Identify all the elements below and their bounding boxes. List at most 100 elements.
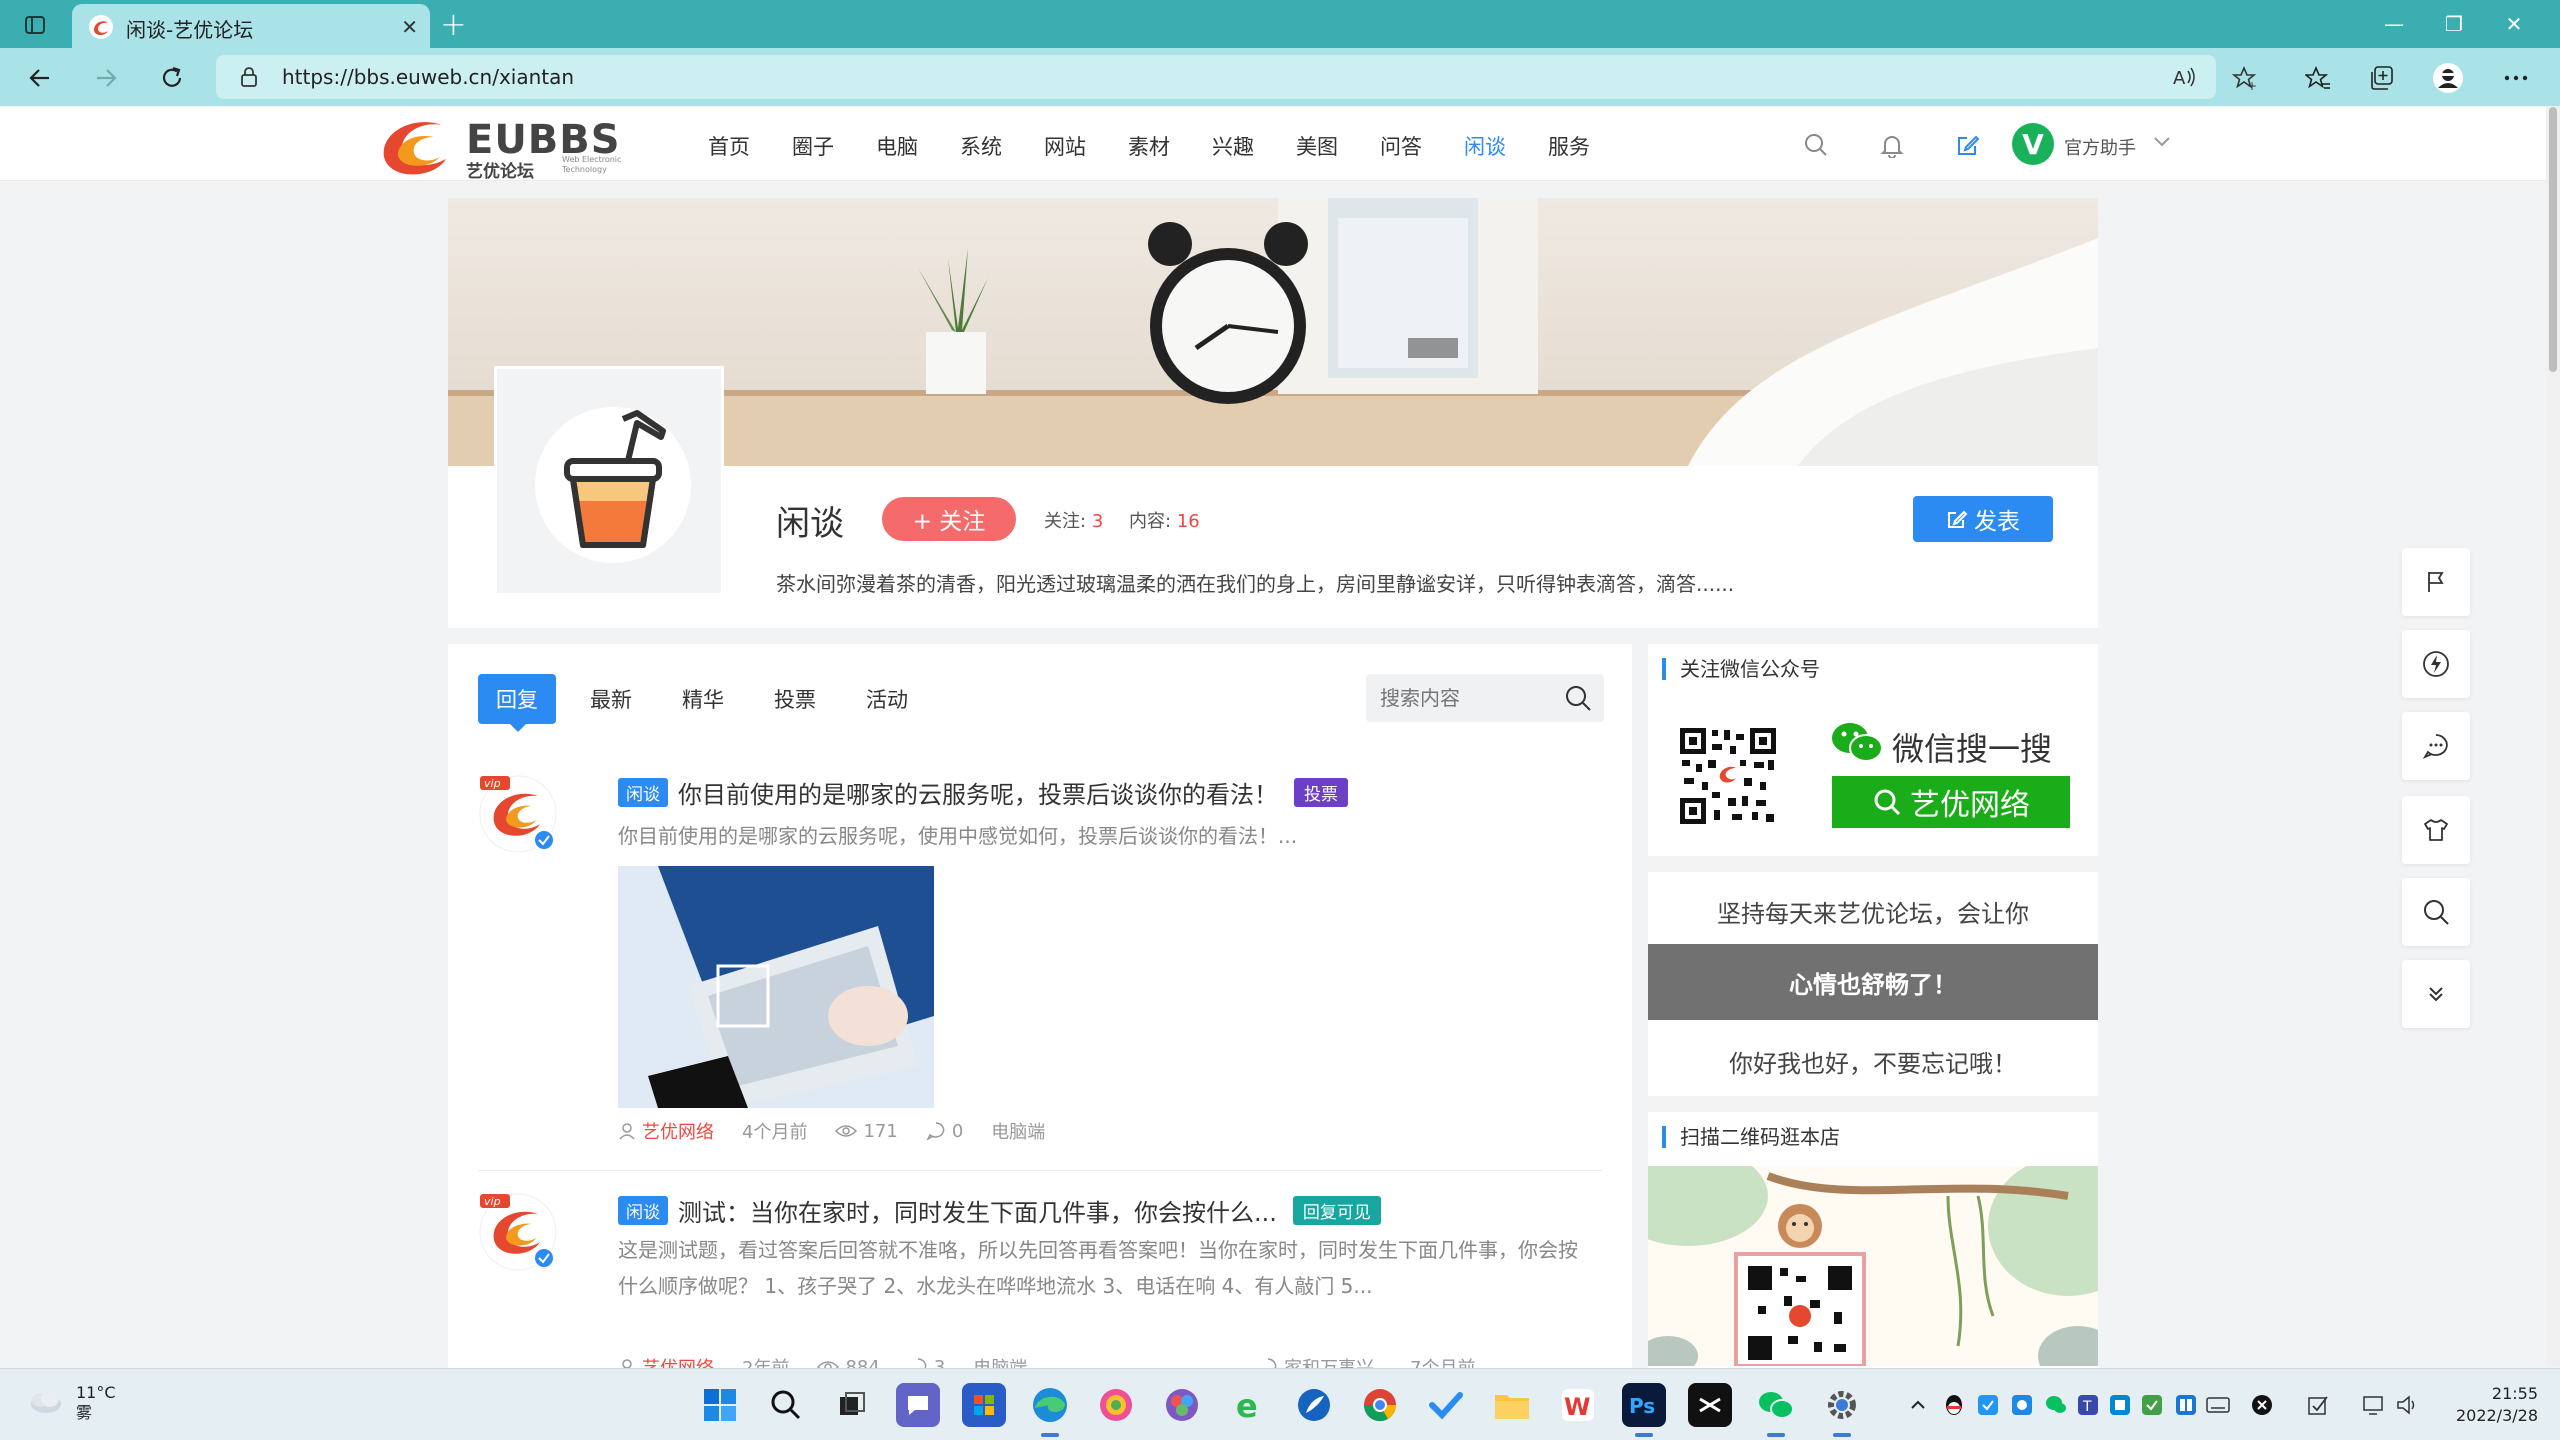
forward-button[interactable]	[88, 60, 124, 96]
feather-app-icon[interactable]	[1292, 1383, 1336, 1427]
search-icon[interactable]	[1564, 684, 1592, 712]
collections-icon[interactable]	[2364, 60, 2400, 96]
tab-actions-icon[interactable]	[18, 8, 52, 42]
post-item[interactable]: vip 闲谈 你目前使用的是哪家的云服务呢，投票后谈谈你的看法！ 投票 你目前使…	[478, 774, 1602, 1143]
start-windows-icon[interactable]	[698, 1383, 742, 1427]
volume-icon[interactable]	[2396, 1393, 2420, 1417]
app-tray-icon-5[interactable]	[2140, 1393, 2164, 1417]
wechat-tray-icon[interactable]	[2044, 1393, 2068, 1417]
qq-tray-icon[interactable]	[1942, 1393, 1966, 1417]
post-board-tag[interactable]: 闲谈	[618, 1195, 668, 1225]
scrollbar-thumb[interactable]	[2549, 107, 2557, 372]
app-tray-icon-4[interactable]	[2108, 1393, 2132, 1417]
post-excerpt[interactable]: 你目前使用的是哪家的云服务呢，使用中感觉如何，投票后谈谈你的看法！...	[618, 818, 1578, 854]
chrome-browser-icon[interactable]	[1358, 1383, 1402, 1427]
minimize-button[interactable]: —	[2364, 8, 2424, 40]
network-icon[interactable]	[2362, 1393, 2386, 1417]
nav-item-chat[interactable]: 闲谈	[1464, 131, 1506, 161]
keyboard-tray-icon[interactable]	[2206, 1393, 2230, 1417]
publish-button[interactable]: 发表	[1913, 496, 2053, 542]
close-window-button[interactable]: ✕	[2484, 8, 2544, 40]
nav-item-service[interactable]: 服务	[1548, 131, 1590, 161]
tab-latest[interactable]: 最新	[590, 674, 632, 724]
header-search-icon[interactable]	[1800, 129, 1832, 161]
post-thumbnail-image[interactable]	[618, 866, 934, 1108]
tab-close-icon[interactable]: ✕	[401, 15, 418, 39]
address-bar[interactable]: https://bbs.euweb.cn/xiantan A +	[216, 55, 2257, 99]
app-tray-icon-3[interactable]: T	[2076, 1393, 2100, 1417]
float-search-button[interactable]	[2402, 878, 2470, 946]
post-author-avatar[interactable]: vip	[478, 774, 557, 853]
task-view-icon[interactable]	[830, 1383, 874, 1427]
refresh-button[interactable]	[154, 60, 190, 96]
user-name[interactable]: 官方助手	[2064, 134, 2136, 160]
notification-bell-icon[interactable]	[1876, 129, 1908, 161]
quick-action-button[interactable]	[2402, 630, 2470, 698]
post-board-tag[interactable]: 闲谈	[618, 777, 668, 807]
app-tray-icon-2[interactable]	[2010, 1393, 2034, 1417]
app-tray-icon-1[interactable]	[1976, 1393, 2000, 1417]
nav-item-home[interactable]: 首页	[708, 131, 750, 161]
back-button[interactable]	[22, 60, 58, 96]
nav-item-pictures[interactable]: 美图	[1296, 131, 1338, 161]
checkbox-tray-icon[interactable]	[2306, 1393, 2330, 1417]
weather-widget[interactable]: 11°C 雾	[28, 1383, 116, 1423]
follow-button[interactable]: + 关注	[882, 497, 1016, 541]
microsoft-store-icon[interactable]	[962, 1383, 1006, 1427]
post-title[interactable]: 你目前使用的是哪家的云服务呢，投票后谈谈你的看法！	[678, 775, 1278, 810]
nav-item-website[interactable]: 网站	[1044, 131, 1086, 161]
more-menu-icon[interactable]	[2498, 60, 2534, 96]
scroll-bottom-button[interactable]	[2402, 960, 2470, 1028]
post-item[interactable]: vip 闲谈 测试：当你在家时，同时发生下面几件事，你会按什么... 回复可见 …	[478, 1192, 1602, 1382]
maximize-button[interactable]: ❐	[2424, 8, 2484, 40]
nav-item-material[interactable]: 素材	[1128, 131, 1170, 161]
wechat-taskbar-icon[interactable]	[1754, 1383, 1798, 1427]
nav-item-system[interactable]: 系统	[960, 131, 1002, 161]
profile-avatar-icon[interactable]	[2430, 60, 2466, 96]
tab-activity[interactable]: 活动	[866, 674, 908, 724]
nav-item-interest[interactable]: 兴趣	[1212, 131, 1254, 161]
message-button[interactable]	[2402, 712, 2470, 780]
page-scrollbar[interactable]	[2546, 107, 2560, 1367]
tab-vote[interactable]: 投票	[774, 674, 816, 724]
theme-skin-button[interactable]	[2402, 796, 2470, 864]
tab-reply[interactable]: 回复	[478, 674, 556, 724]
nav-item-circle[interactable]: 圈子	[792, 131, 834, 161]
post-title[interactable]: 测试：当你在家时，同时发生下面几件事，你会按什么...	[678, 1193, 1277, 1228]
taskbar-search-icon[interactable]	[764, 1383, 808, 1427]
edge-browser-icon[interactable]	[1028, 1383, 1072, 1427]
file-explorer-icon[interactable]	[1490, 1383, 1534, 1427]
system-clock[interactable]: 21:55 2022/3/28	[2446, 1383, 2538, 1427]
post-author-avatar[interactable]: vip	[478, 1192, 557, 1271]
post-author[interactable]: 艺优网络	[642, 1118, 714, 1144]
photoshop-icon[interactable]: Ps	[1622, 1383, 1666, 1427]
capcut-icon[interactable]	[1688, 1383, 1732, 1427]
teams-chat-icon[interactable]	[896, 1383, 940, 1427]
read-aloud-icon[interactable]: A	[2172, 65, 2198, 89]
settings-gear-icon[interactable]	[1820, 1383, 1864, 1427]
wechat-account-button[interactable]: 艺优网络	[1832, 776, 2070, 828]
nav-item-qa[interactable]: 问答	[1380, 131, 1422, 161]
browser-tab-active[interactable]: 闲谈-艺优论坛 ✕	[72, 4, 430, 48]
app-tray-icon-6[interactable]	[2174, 1393, 2198, 1417]
post-excerpt[interactable]: 这是测试题，看过答案后回答就不准咯，所以先回答再看答案吧！当你在家时，同时发生下…	[618, 1232, 1578, 1304]
favorites-icon[interactable]	[2300, 60, 2336, 96]
feed-search-input[interactable]	[1380, 684, 1550, 712]
chevron-down-icon[interactable]	[2150, 129, 2174, 153]
add-favorite-icon[interactable]: +	[2232, 65, 2258, 91]
new-tab-button[interactable]: +	[440, 5, 467, 43]
write-post-icon[interactable]	[1952, 129, 1984, 161]
photos-app-icon[interactable]	[1094, 1383, 1138, 1427]
color-picker-app-icon[interactable]	[1160, 1383, 1204, 1427]
wps-office-icon[interactable]: W	[1556, 1383, 1600, 1427]
close-circle-tray-icon[interactable]	[2250, 1393, 2274, 1417]
site-logo[interactable]: EUBBS 艺优论坛 Web Electronic Technology	[376, 111, 636, 182]
flag-report-button[interactable]	[2402, 548, 2470, 616]
tray-chevron-up-icon[interactable]	[1906, 1393, 1930, 1417]
todo-checkmark-icon[interactable]	[1424, 1383, 1468, 1427]
post-title-row[interactable]: 闲谈 测试：当你在家时，同时发生下面几件事，你会按什么... 回复可见	[618, 1192, 1381, 1228]
post-title-row[interactable]: 闲谈 你目前使用的是哪家的云服务呢，投票后谈谈你的看法！ 投票	[618, 774, 1348, 810]
feed-search-box[interactable]	[1366, 674, 1604, 722]
nav-item-computer[interactable]: 电脑	[876, 131, 918, 161]
ie-browser-icon[interactable]: e	[1226, 1383, 1270, 1427]
